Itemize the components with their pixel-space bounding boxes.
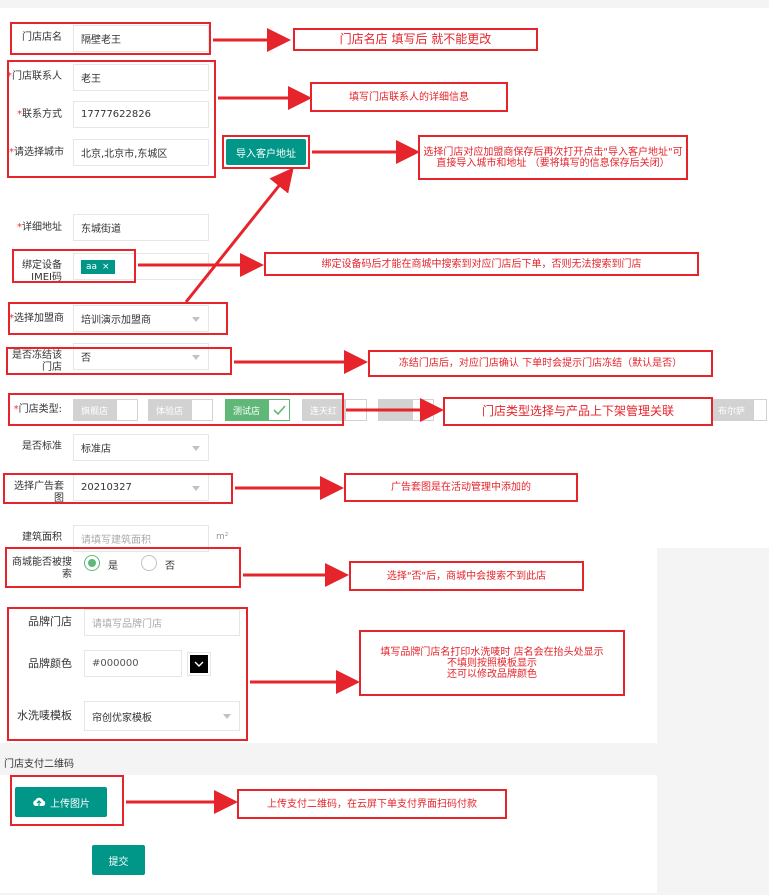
note-store-type: 门店类型选择与产品上下架管理关联 <box>443 397 713 426</box>
note-brand: 填写品牌门店名打印水洗唛时 店名会在抬头处显示 不填则按照模板显示 还可以修改品… <box>359 630 625 696</box>
note-freeze: 冻结门店后，对应门店确认 下单时会提示门店冻结（默认是否） <box>368 350 713 377</box>
highlight-ad <box>3 473 233 504</box>
note-ad: 广告套图是在活动管理中添加的 <box>344 473 578 502</box>
chevron-down-icon <box>192 445 200 451</box>
payment-qr-label: 门店支付二维码 <box>4 759 74 770</box>
address-input[interactable]: 东城街道 <box>73 214 209 241</box>
standard-value: 标准店 <box>81 444 111 455</box>
checkbox[interactable] <box>753 399 768 421</box>
note-contact: 填写门店联系人的详细信息 <box>310 82 508 112</box>
highlight-brand <box>7 607 248 741</box>
highlight-franchisee <box>8 302 228 335</box>
highlight-store-name <box>10 22 211 55</box>
note-import-address: 选择门店对应加盟商保存后再次打开点击"导入客户地址"可直接导入城市和地址 （要将… <box>418 135 688 180</box>
highlight-import-button <box>222 135 310 169</box>
store-type-bursa[interactable]: 布尔萨 <box>710 399 768 421</box>
checkbox[interactable] <box>412 399 434 421</box>
submit-button[interactable]: 提交 <box>92 845 145 875</box>
note-upload: 上传支付二维码，在云屏下单支付界面扫码付款 <box>237 789 507 819</box>
area-unit: m² <box>216 532 229 542</box>
highlight-store-type <box>8 393 344 426</box>
highlight-contact-group <box>7 60 216 178</box>
area-label: 建筑面积 <box>22 532 62 543</box>
store-type-label <box>378 399 412 421</box>
checkbox[interactable] <box>345 399 368 421</box>
note-store-name: 门店名店 填写后 就不能更改 <box>293 28 538 51</box>
note-device: 绑定设备码后才能在商城中搜索到对应门店后下单，否则无法搜索到门店 <box>264 252 699 276</box>
store-type-5[interactable] <box>378 399 434 421</box>
note-searchable: 选择"否"后，商城中会搜索不到此店 <box>349 561 584 591</box>
highlight-upload <box>10 775 124 826</box>
standard-select[interactable]: 标准店 <box>73 434 209 461</box>
highlight-freeze <box>6 347 232 375</box>
address-label: *详细地址 <box>17 222 62 233</box>
highlight-searchable <box>5 547 241 588</box>
store-type-label: 布尔萨 <box>710 399 754 421</box>
highlight-device <box>12 249 136 283</box>
standard-label: 是否标准 <box>22 441 62 452</box>
